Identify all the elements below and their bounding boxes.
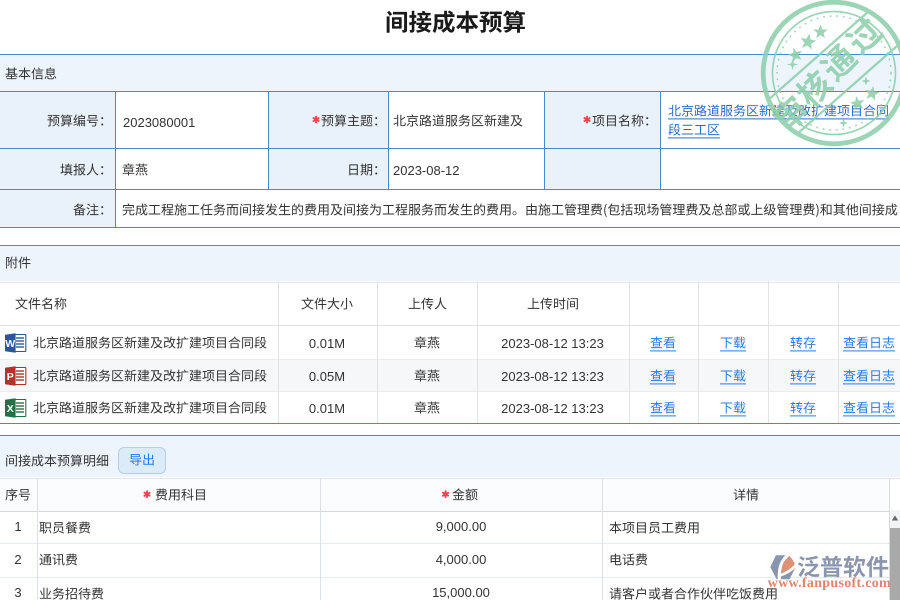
svg-text:W: W [5, 338, 15, 350]
svg-text:X: X [7, 403, 14, 415]
svg-text:P: P [7, 371, 14, 383]
